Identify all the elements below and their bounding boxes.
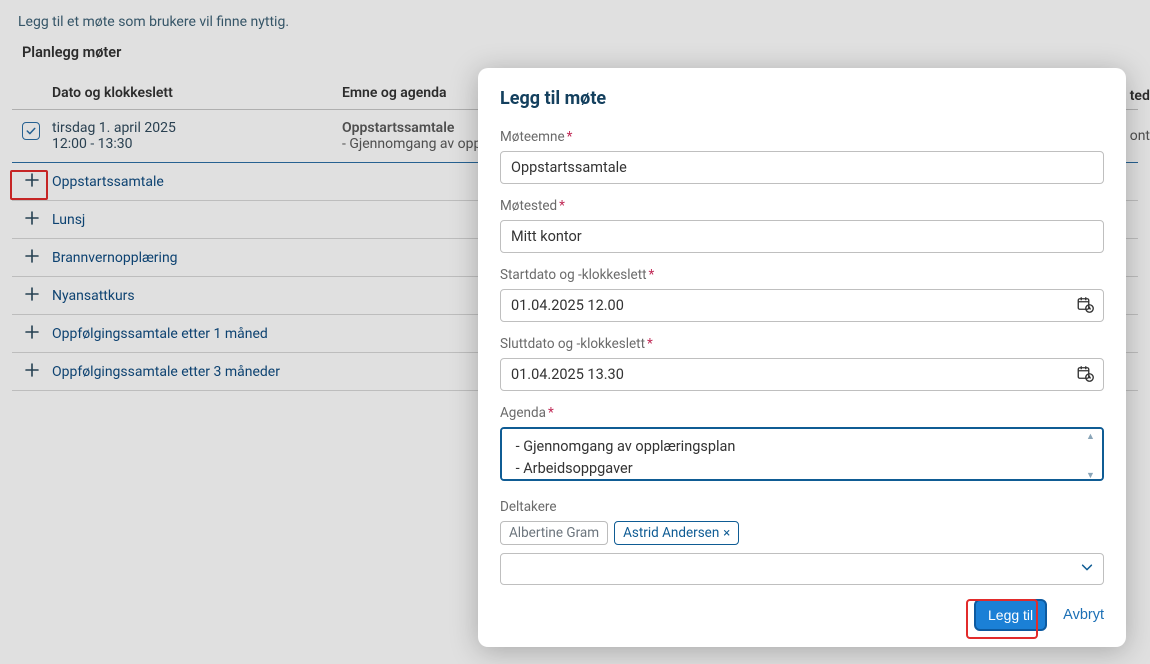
- participants-select[interactable]: [500, 553, 1104, 585]
- subject-input[interactable]: [500, 151, 1104, 184]
- remove-chip-icon[interactable]: ×: [723, 526, 730, 541]
- calendar-clock-icon[interactable]: [1076, 364, 1094, 386]
- participant-chip[interactable]: Astrid Andersen ×: [614, 521, 739, 545]
- add-button[interactable]: Legg til: [974, 599, 1047, 631]
- label-location: Møtested*: [500, 198, 1104, 214]
- label-end: Sluttdato og -klokkeslett*: [500, 336, 1104, 352]
- label-start: Startdato og -klokkeslett*: [500, 267, 1104, 283]
- agenda-textarea[interactable]: [500, 427, 1104, 481]
- label-participants: Deltakere: [500, 499, 1104, 515]
- add-meeting-modal: Legg til møte Møteemne* Møtested* Startd…: [478, 68, 1126, 647]
- modal-title: Legg til møte: [500, 88, 1104, 109]
- label-subject: Møteemne*: [500, 129, 1104, 145]
- end-datetime-input[interactable]: [500, 358, 1104, 391]
- participant-chip: Albertine Gram: [500, 521, 608, 545]
- start-datetime-input[interactable]: [500, 289, 1104, 322]
- textarea-scroll-icon: ▲▼: [1086, 431, 1098, 481]
- label-agenda: Agenda*: [500, 405, 1104, 421]
- chevron-down-icon: [1080, 560, 1094, 578]
- cancel-button[interactable]: Avbryt: [1063, 607, 1104, 623]
- location-input[interactable]: [500, 220, 1104, 253]
- calendar-clock-icon[interactable]: [1076, 295, 1094, 317]
